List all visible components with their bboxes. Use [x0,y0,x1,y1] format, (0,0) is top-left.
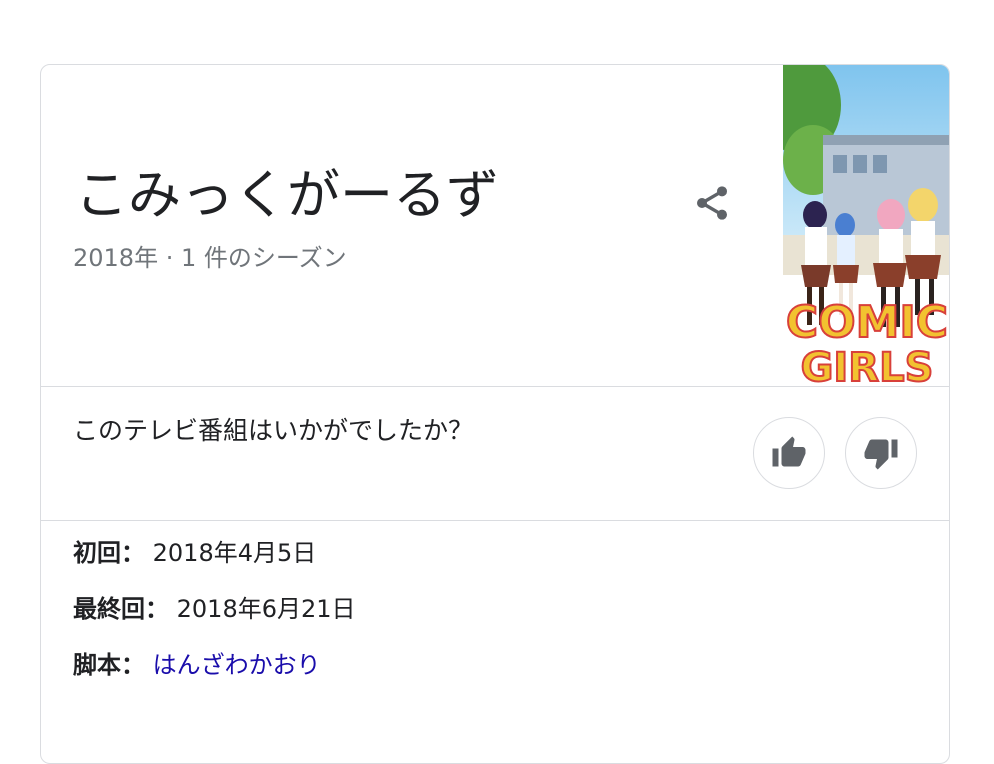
thumbs-up-button[interactable] [753,417,825,489]
fact-premiere: 初回： 2018年4月5日 [73,535,356,591]
show-title: こみっくがーるず [75,165,499,226]
fact-label: 脚本： [73,651,145,679]
fact-label: 最終回： [73,595,169,623]
thumbs-down-button[interactable] [845,417,917,489]
facts-list: 初回： 2018年4月5日 最終回： 2018年6月21日 脚本： はんざわかお… [73,535,356,703]
poster-logo-line2: GIRLS [801,345,934,386]
fact-finale: 最終回： 2018年6月21日 [73,591,356,647]
poster-logo-line1: COMIC [786,297,948,348]
rating-question: このテレビ番組はいかがでしたか？ [73,416,474,445]
knowledge-panel-card: こみっくがーるず 2018年 · 1 件のシーズン COMIC GIRLS この… [40,64,950,764]
fact-value: 2018年4月5日 [152,539,317,567]
thumbs-down-icon [864,439,898,470]
fact-screenplay: 脚本： はんざわかおり [73,647,356,703]
fact-label: 初回： [73,539,145,567]
share-button[interactable] [686,177,738,229]
screenwriter-link[interactable]: はんざわかおり [153,651,321,679]
fact-value: 2018年6月21日 [176,595,356,623]
show-subtitle: 2018年 · 1 件のシーズン [73,244,347,272]
show-poster-image[interactable]: COMIC GIRLS [783,65,949,386]
thumbs-up-icon [772,436,806,467]
share-icon [697,186,727,220]
panel-header: こみっくがーるず 2018年 · 1 件のシーズン COMIC GIRLS [41,65,949,387]
rating-section: このテレビ番組はいかがでしたか？ [41,387,949,521]
